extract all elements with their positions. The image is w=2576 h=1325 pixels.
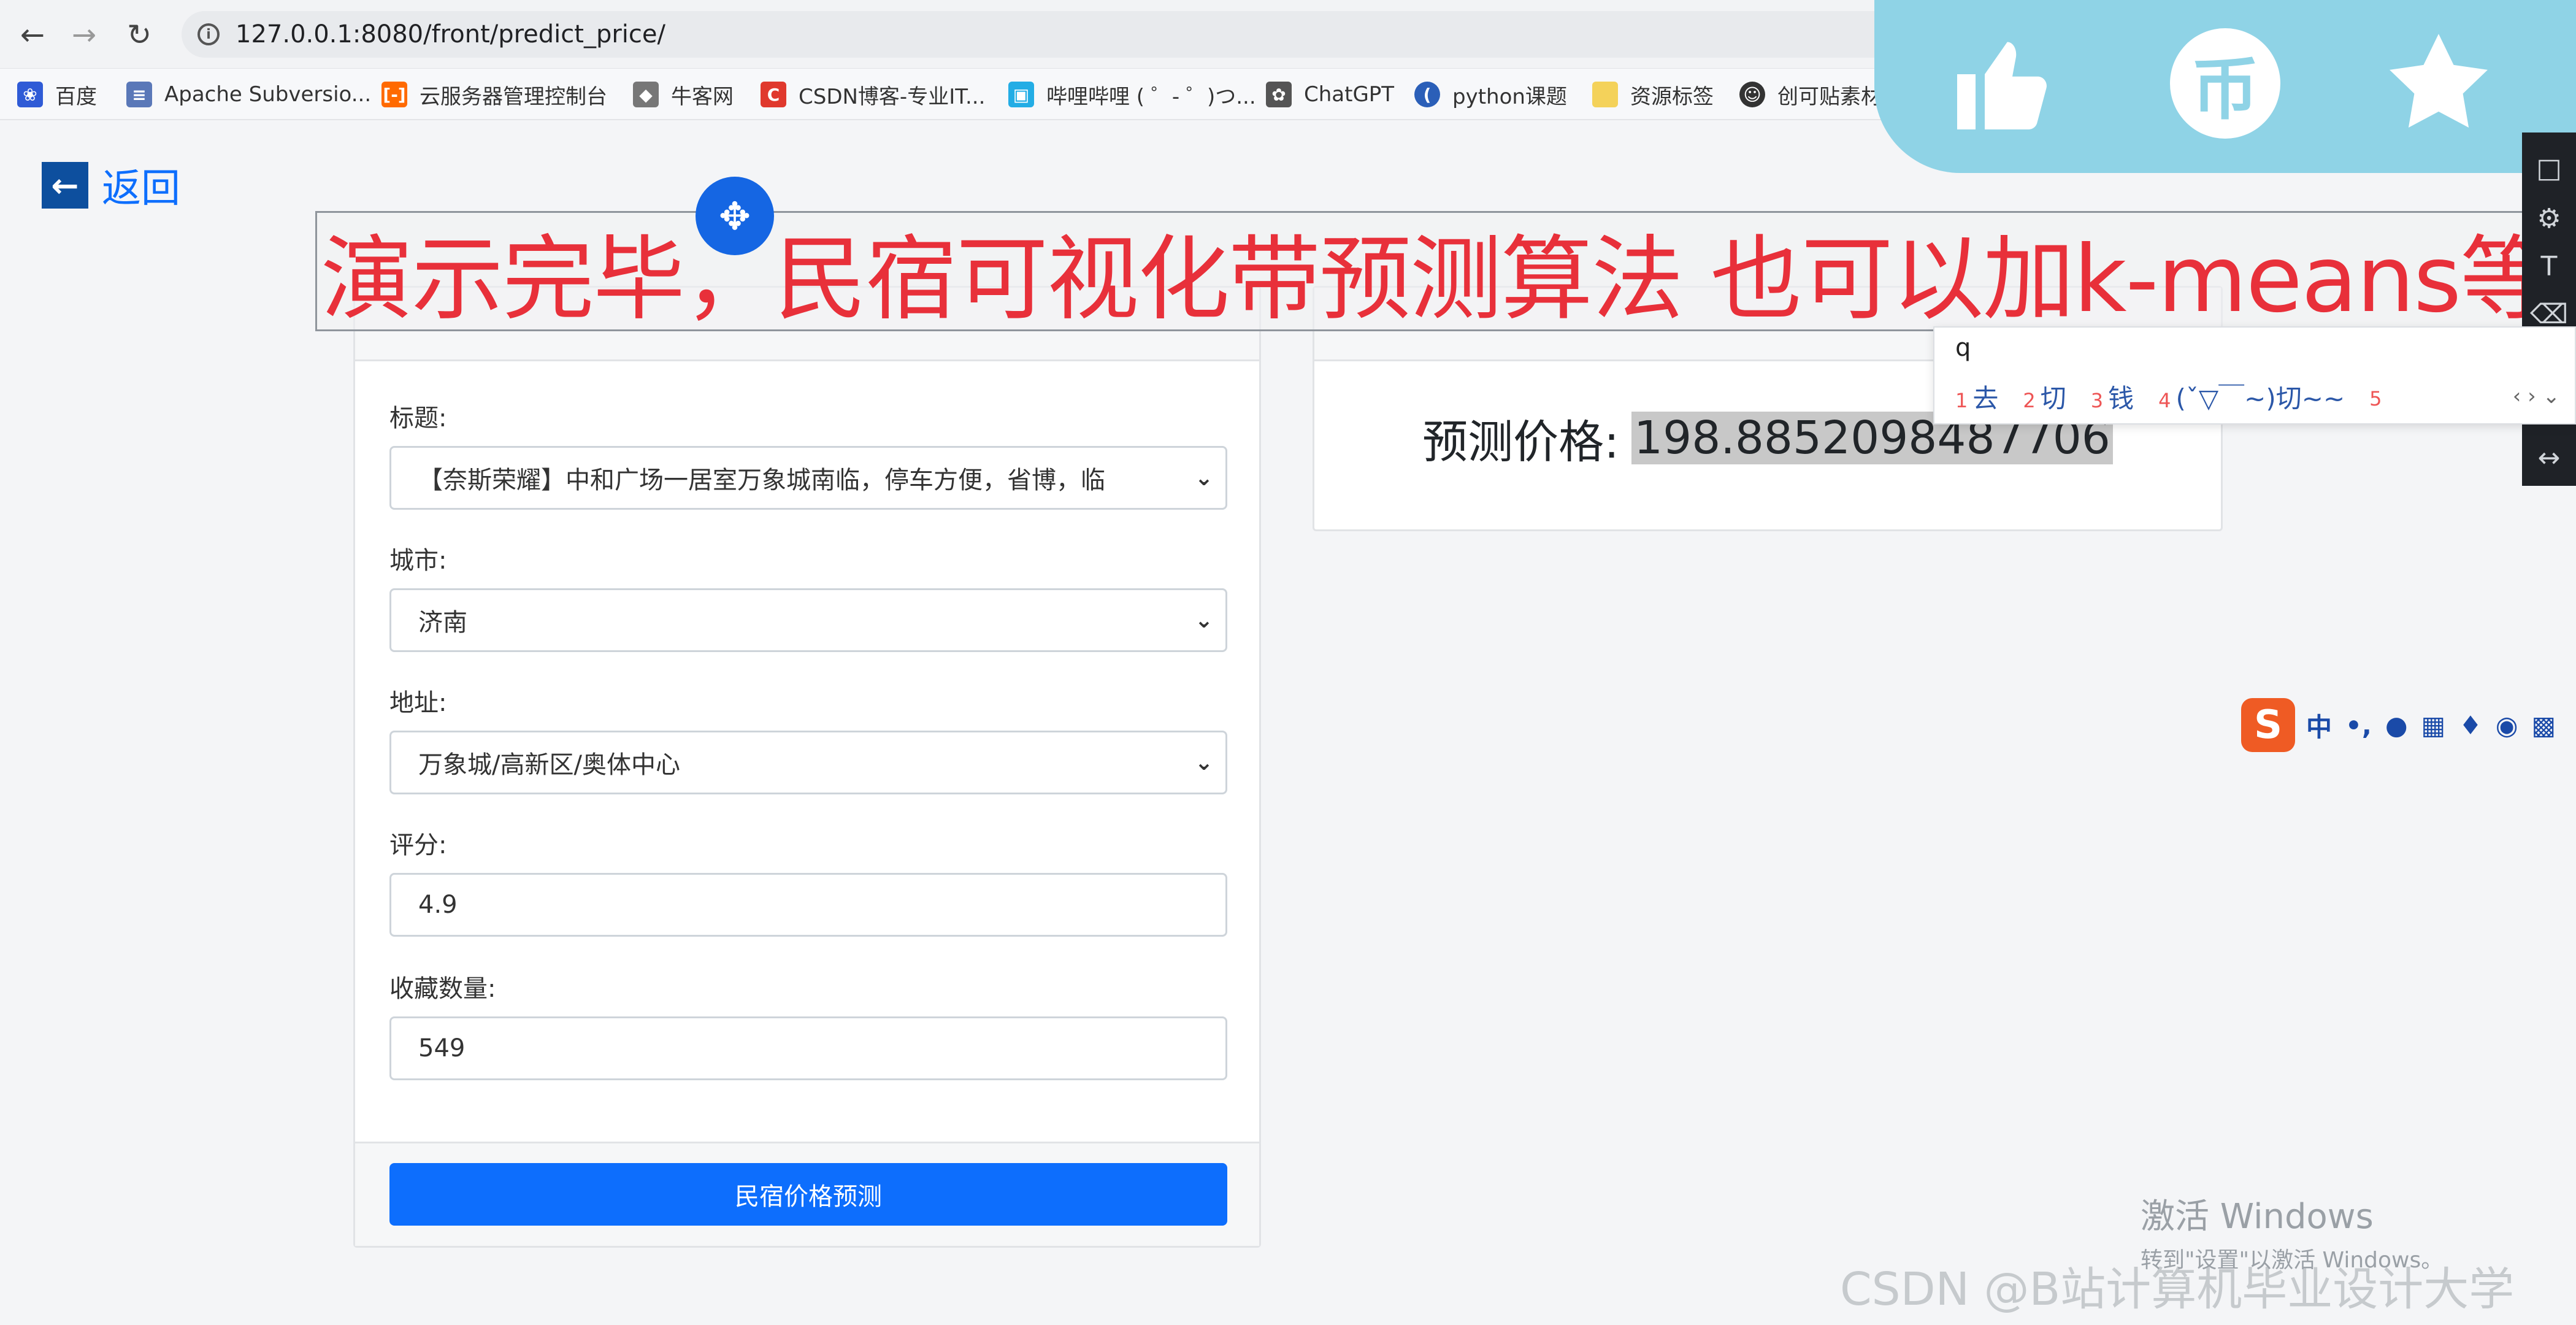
punctuation-icon[interactable]: •, <box>2345 710 2372 740</box>
sogou-logo-icon[interactable]: S <box>2241 698 2295 752</box>
bookmark-python[interactable]: ( python课题 <box>1414 69 1567 120</box>
baidu-paw-icon: ❀ <box>17 82 43 107</box>
ime-composition: q <box>1955 334 1971 362</box>
address-select[interactable]: 万象城/高新区/奥体中心 ⌄ <box>389 731 1227 794</box>
square-tool-icon[interactable]: □ <box>2531 150 2567 186</box>
bookmark-chuangkit[interactable]: ☺ 创可贴素材 <box>1739 69 1882 120</box>
windows-activation-title: 激活 Windows <box>2141 1197 2374 1237</box>
move-handle-icon[interactable]: ✥ <box>696 177 774 255</box>
nowcoder-icon: ◆ <box>633 82 659 107</box>
star-icon[interactable] <box>2377 22 2500 145</box>
rating-input[interactable] <box>418 891 1225 919</box>
address-select-value: 万象城/高新区/奥体中心 <box>418 751 680 779</box>
ime-candidate[interactable]: 5 <box>2369 382 2386 412</box>
thumbs-up-icon[interactable] <box>1942 22 2064 145</box>
bookmark-csdn[interactable]: C CSDN博客-专业IT... <box>761 69 985 120</box>
bookmark-aliyun[interactable]: [-] 云服务器管理控制台 <box>381 69 607 120</box>
site-info-icon[interactable]: i <box>197 23 220 45</box>
address-url: 127.0.0.1:8080/front/predict_price/ <box>236 20 665 48</box>
back-arrow-icon[interactable]: ← <box>11 13 54 56</box>
keyboard-icon[interactable]: ▦ <box>2421 710 2445 740</box>
openai-icon: ✿ <box>1266 82 1292 107</box>
video-caption-overlay: 演示完毕，民宿可视化带预测算法 也可以加k-means等 <box>315 211 2526 331</box>
price-prediction-form-card: 标题: 【奈斯荣耀】中和广场一居室万象城南临，停车方便，省博，临 ⌄ 城市: 济… <box>353 286 1261 1248</box>
address-bar[interactable]: i 127.0.0.1:8080/front/predict_price/ <box>182 11 1960 58</box>
aliyun-icon: [-] <box>381 82 407 107</box>
annotation-side-toolbar: □ ⚙ T ⌫ ↔ <box>2522 132 2576 486</box>
title-select[interactable]: 【奈斯荣耀】中和广场一居室万象城南临，停车方便，省博，临 ⌄ <box>389 446 1227 510</box>
favorites-input[interactable] <box>418 1034 1225 1062</box>
bookmark-bilibili[interactable]: ▣ 哔哩哔哩 ( ゜- ゜)つ... <box>1008 69 1256 120</box>
coin-glyph: 币 <box>2170 28 2280 139</box>
back-link[interactable]: ← 返回 <box>42 161 180 212</box>
ime-candidates: 1去 2切 3钱 4 (ˇ▽￣~)切~~ 5 <box>1955 378 2412 415</box>
back-arrow-icon: ← <box>42 162 88 209</box>
bookmark-chatgpt[interactable]: ✿ ChatGPT <box>1266 69 1394 120</box>
csdn-icon: C <box>761 82 786 107</box>
social-actions-panel: 币 <box>1874 0 2576 173</box>
ime-mode-toggle[interactable]: 中 <box>2306 707 2332 744</box>
skin-icon[interactable]: ♦ <box>2459 710 2482 740</box>
bookmark-resources[interactable]: 资源标签 <box>1592 69 1714 120</box>
caption-text: 演示完毕，民宿可视化带预测算法 也可以加k-means等 <box>321 226 2526 331</box>
chat-icon[interactable]: ◉ <box>2496 710 2518 740</box>
bookmark-baidu[interactable]: ❀ 百度 <box>17 69 97 120</box>
back-label: 返回 <box>102 166 180 212</box>
bilibili-icon: ▣ <box>1008 82 1034 107</box>
ime-candidate[interactable]: 4 (ˇ▽￣~)切~~ <box>2158 378 2345 415</box>
expand-tool-icon[interactable]: ↔ <box>2531 439 2567 476</box>
settings-tool-icon[interactable]: ⚙ <box>2531 200 2567 237</box>
csdn-watermark: CSDN @B站计算机毕业设计大学 <box>1840 1263 2515 1316</box>
subversion-icon: ≡ <box>126 82 152 107</box>
favorites-field[interactable] <box>389 1016 1227 1080</box>
microphone-icon[interactable]: ● <box>2385 710 2408 740</box>
reload-icon[interactable]: ↻ <box>118 13 161 56</box>
folder-icon <box>1592 82 1618 107</box>
chevron-down-icon: ⌄ <box>1194 750 1214 775</box>
rating-field[interactable] <box>389 873 1227 937</box>
ime-page-nav-icon[interactable]: ‹ › ⌄ <box>2513 384 2560 409</box>
address-label: 地址: <box>389 689 447 717</box>
form-card-footer: 民宿价格预测 <box>355 1142 1259 1246</box>
apps-grid-icon[interactable]: ▩ <box>2531 710 2556 740</box>
text-tool-icon[interactable]: T <box>2531 248 2567 285</box>
city-select-value: 济南 <box>418 609 467 637</box>
title-select-value: 【奈斯荣耀】中和广场一居室万象城南临，停车方便，省博，临 <box>418 466 1105 494</box>
chuangkit-icon: ☺ <box>1739 82 1765 107</box>
city-select[interactable]: 济南 ⌄ <box>389 588 1227 652</box>
predict-price-button[interactable]: 民宿价格预测 <box>389 1163 1227 1226</box>
chevron-down-icon: ⌄ <box>1194 465 1214 491</box>
sogou-ime-toolbar: S 中 •, ● ▦ ♦ ◉ ▩ <box>2241 694 2576 756</box>
ime-candidate-popup: q 1去 2切 3钱 4 (ˇ▽￣~)切~~ 5 ‹ › ⌄ <box>1933 326 2576 424</box>
favorites-label: 收藏数量: <box>389 975 496 1003</box>
bookmark-nowcoder[interactable]: ◆ 牛客网 <box>633 69 734 120</box>
rating-label: 评分: <box>389 831 447 859</box>
city-label: 城市: <box>389 547 447 575</box>
ime-candidate[interactable]: 2切 <box>2023 378 2066 415</box>
chevron-down-icon: ⌄ <box>1194 607 1214 633</box>
title-label: 标题: <box>389 404 447 432</box>
ime-candidate[interactable]: 3钱 <box>2091 378 2134 415</box>
coin-icon[interactable]: 币 <box>2164 22 2287 145</box>
ime-candidate[interactable]: 1去 <box>1955 378 1998 415</box>
bookmark-subversion[interactable]: ≡ Apache Subversio... <box>126 69 371 120</box>
prediction-label: 预测价格: <box>1422 415 1620 469</box>
python-icon: ( <box>1414 82 1440 107</box>
forward-arrow-icon[interactable]: → <box>63 13 105 56</box>
